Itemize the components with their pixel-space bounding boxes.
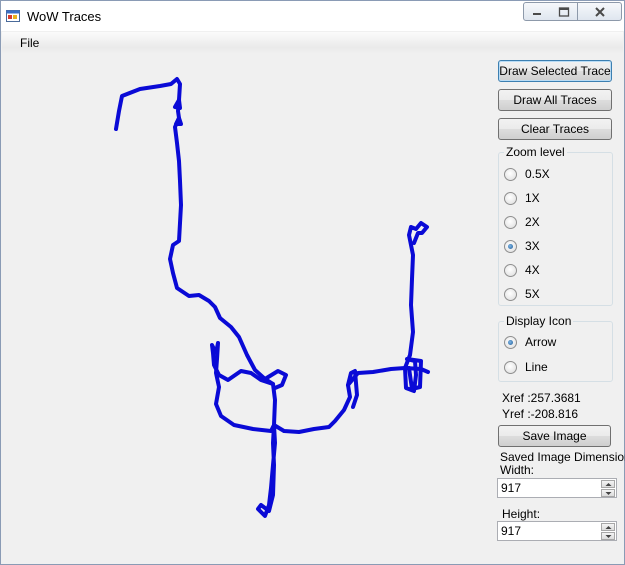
- app-window-icon: [6, 10, 20, 22]
- display-option-label: Arrow: [525, 335, 557, 349]
- radio-button[interactable]: [504, 263, 517, 277]
- arrow-down-icon: [605, 492, 612, 495]
- height-label: Height:: [502, 507, 541, 521]
- close-icon: [594, 6, 605, 17]
- display-icon-group: Display Icon Arrow Line: [498, 314, 613, 382]
- zoom-option-1x[interactable]: 1X: [504, 189, 540, 207]
- app-window: WoW Traces File Draw Selected Trace Draw…: [0, 0, 625, 565]
- zoom-level-group: Zoom level 0.5X 1X 2X 3X 4X 5X: [498, 145, 613, 306]
- window-title: WoW Traces: [27, 9, 102, 24]
- zoom-option-label: 3X: [525, 239, 540, 253]
- height-stepper[interactable]: 917: [497, 521, 617, 541]
- zoom-option-label: 2X: [525, 215, 540, 229]
- radio-button[interactable]: [504, 215, 517, 229]
- zoom-option-3x[interactable]: 3X: [504, 237, 540, 255]
- trace-paths: [114, 77, 430, 518]
- zoom-option-5x[interactable]: 5X: [504, 285, 540, 303]
- arrow-up-icon: [605, 483, 612, 486]
- zoom-option-0-5x[interactable]: 0.5X: [504, 165, 550, 183]
- minimize-icon: [533, 12, 541, 15]
- close-button[interactable]: [578, 2, 622, 21]
- zoom-option-label: 5X: [525, 287, 540, 301]
- zoom-option-label: 4X: [525, 263, 540, 277]
- draw-selected-trace-button[interactable]: Draw Selected Trace: [498, 60, 612, 82]
- radio-button[interactable]: [504, 167, 517, 181]
- zoom-level-label: Zoom level: [504, 145, 567, 159]
- width-value: 917: [501, 481, 522, 495]
- radio-button-selected[interactable]: [504, 335, 517, 349]
- trace-drawing: [114, 77, 430, 518]
- clear-traces-button[interactable]: Clear Traces: [498, 118, 612, 140]
- display-option-label: Line: [525, 360, 548, 374]
- radio-button[interactable]: [504, 191, 517, 205]
- radio-button-selected[interactable]: [504, 239, 517, 253]
- arrow-down-icon: [605, 535, 612, 538]
- xref-readout: Xref :257.3681: [502, 391, 581, 405]
- display-option-arrow[interactable]: Arrow: [504, 333, 556, 351]
- menu-file[interactable]: File: [10, 32, 49, 54]
- display-option-line[interactable]: Line: [504, 358, 548, 376]
- height-decrement-button[interactable]: [601, 532, 615, 540]
- trace-canvas[interactable]: [3, 55, 491, 560]
- arrow-up-icon: [605, 526, 612, 529]
- title-bar[interactable]: WoW Traces: [1, 1, 624, 31]
- display-icon-label: Display Icon: [504, 314, 574, 328]
- width-increment-button[interactable]: [601, 480, 615, 488]
- width-stepper[interactable]: 917: [497, 478, 617, 498]
- trace-path-right-branch: [346, 221, 429, 409]
- radio-button[interactable]: [504, 287, 517, 301]
- zoom-option-label: 0.5X: [525, 167, 550, 181]
- trace-path-left-branch: [210, 341, 276, 433]
- save-image-button[interactable]: Save Image: [498, 425, 611, 447]
- radio-button[interactable]: [504, 360, 517, 374]
- zoom-option-2x[interactable]: 2X: [504, 213, 540, 231]
- width-decrement-button[interactable]: [601, 489, 615, 497]
- saved-image-dimensions-heading: Saved Image Dimensions: [500, 450, 625, 464]
- menu-bar: File: [2, 32, 623, 54]
- maximize-button[interactable]: [550, 2, 578, 21]
- height-increment-button[interactable]: [601, 523, 615, 531]
- trace-path-main: [114, 77, 430, 518]
- height-value: 917: [501, 524, 522, 538]
- zoom-option-label: 1X: [525, 191, 540, 205]
- zoom-option-4x[interactable]: 4X: [504, 261, 540, 279]
- yref-readout: Yref :-208.816: [502, 407, 579, 421]
- maximize-icon: [558, 6, 569, 17]
- draw-all-traces-button[interactable]: Draw All Traces: [498, 89, 612, 111]
- width-label: Width:: [500, 463, 535, 477]
- minimize-button[interactable]: [523, 2, 551, 21]
